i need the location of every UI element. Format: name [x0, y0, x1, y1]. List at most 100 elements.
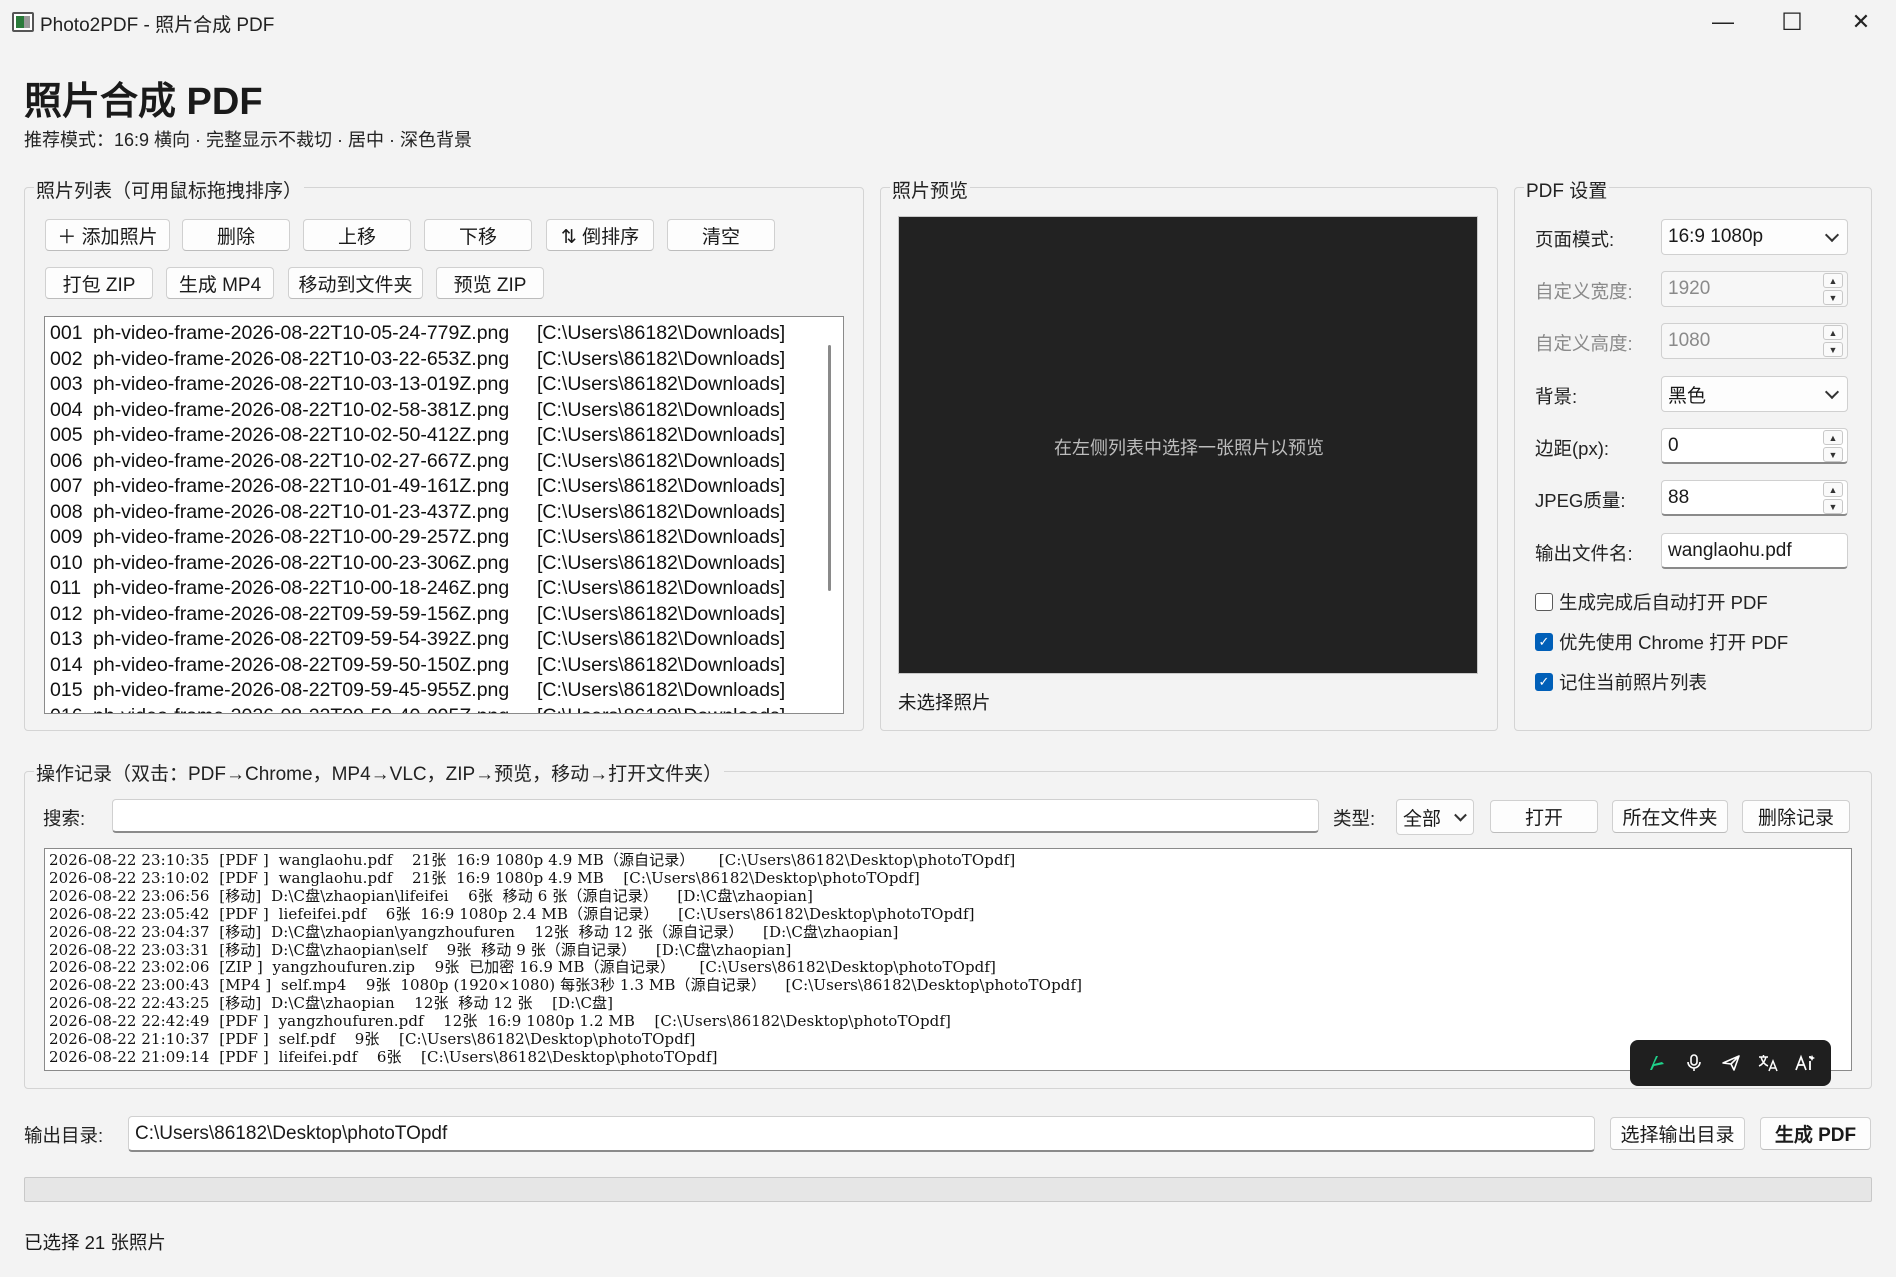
item-path: [C:\Users\86182\Downloads]: [537, 628, 786, 650]
log-row[interactable]: 2026-08-22 23:04:37 [移动] D:\C盘\zhaopian\…: [49, 923, 899, 941]
move-up-button[interactable]: 上移: [303, 219, 411, 251]
checkbox-unchecked[interactable]: [1535, 593, 1553, 611]
microphone-icon[interactable]: [1679, 1048, 1709, 1078]
move-down-button[interactable]: 下移: [424, 219, 532, 251]
filename-input[interactable]: wanglaohu.pdf: [1661, 533, 1848, 569]
progress-bar: [24, 1177, 1872, 1202]
list-item[interactable]: 003 ph-video-frame-2026-08-22T10-03-13-01…: [45, 372, 825, 398]
jpeg-spinner[interactable]: ▲ ▼: [1823, 482, 1843, 514]
list-item[interactable]: 016 ph-video-frame-2026-08-22T09-59-40-09…: [45, 704, 825, 714]
choose-output-dir-button[interactable]: 选择输出目录: [1610, 1117, 1745, 1150]
output-dir-input[interactable]: C:\Users\86182\Desktop\photoTOpdf: [128, 1116, 1595, 1152]
item-filename: ph-video-frame-2026-08-22T09-59-40-095Z.…: [93, 704, 509, 714]
generate-pdf-button[interactable]: 生成 PDF: [1760, 1117, 1871, 1150]
log-row[interactable]: 2026-08-22 22:43:25 [移动] D:\C盘\zhaopian …: [49, 994, 613, 1012]
background-select[interactable]: 黑色: [1661, 376, 1848, 412]
log-row[interactable]: 2026-08-22 23:00:43 [MP4 ] self.mp4 9张 1…: [49, 976, 1082, 994]
remember-list-checkbox[interactable]: ✓ 记住当前照片列表: [1535, 669, 1707, 695]
list-item[interactable]: 013 ph-video-frame-2026-08-22T09-59-54-39…: [45, 627, 825, 653]
item-number: 015: [50, 679, 83, 701]
photo-list[interactable]: 001 ph-video-frame-2026-08-22T10-05-24-77…: [44, 316, 844, 714]
search-input[interactable]: [112, 799, 1319, 833]
minimize-button[interactable]: —: [1688, 0, 1758, 44]
preview-zip-button[interactable]: 预览 ZIP: [436, 267, 544, 299]
output-dir-value: C:\Users\86182\Desktop\photoTOpdf: [135, 1122, 448, 1144]
open-button[interactable]: 打开: [1490, 800, 1598, 833]
spin-up-icon[interactable]: ▲: [1823, 325, 1843, 340]
log-row[interactable]: 2026-08-22 23:06:56 [移动] D:\C盘\zhaopian\…: [49, 887, 813, 905]
list-item[interactable]: 005 ph-video-frame-2026-08-22T10-02-50-41…: [45, 423, 825, 449]
log-row[interactable]: 2026-08-22 23:05:42 [PDF ] liefeifei.pdf…: [49, 905, 975, 923]
log-list[interactable]: 2026-08-22 23:10:35 [PDF ] wanglaohu.pdf…: [44, 848, 1852, 1071]
item-number: 002: [50, 347, 83, 370]
move-to-folder-button[interactable]: 移动到文件夹: [288, 267, 423, 299]
make-mp4-button[interactable]: 生成 MP4: [166, 267, 274, 299]
spin-up-icon[interactable]: ▲: [1823, 430, 1843, 445]
prefer-chrome-checkbox[interactable]: ✓ 优先使用 Chrome 打开 PDF: [1535, 629, 1788, 655]
list-item[interactable]: 014 ph-video-frame-2026-08-22T09-59-50-15…: [45, 653, 825, 679]
list-item[interactable]: 008 ph-video-frame-2026-08-22T10-01-23-43…: [45, 500, 825, 526]
pack-zip-button[interactable]: 打包 ZIP: [45, 267, 153, 299]
list-item[interactable]: 012 ph-video-frame-2026-08-22T09-59-59-15…: [45, 602, 825, 628]
open-folder-button[interactable]: 所在文件夹: [1612, 800, 1728, 833]
item-filename: ph-video-frame-2026-08-22T09-59-45-955Z.…: [93, 679, 510, 701]
margin-input[interactable]: 0 ▲ ▼: [1661, 428, 1848, 464]
jpeg-quality-input[interactable]: 88 ▲ ▼: [1661, 480, 1848, 516]
list-item[interactable]: 002 ph-video-frame-2026-08-22T10-03-22-65…: [45, 347, 825, 373]
add-photo-button[interactable]: ＋ 添加照片: [45, 219, 170, 251]
item-path: [C:\Users\86182\Downloads]: [537, 398, 786, 421]
list-item[interactable]: 009 ph-video-frame-2026-08-22T10-00-29-25…: [45, 525, 825, 551]
custom-width-input[interactable]: 1920 ▲ ▼: [1661, 271, 1848, 307]
log-row[interactable]: 2026-08-22 23:02:06 [ZIP ] yangzhoufuren…: [49, 958, 996, 976]
preview-hint: 在左侧列表中选择一张照片以预览: [1054, 438, 1324, 458]
item-filename: ph-video-frame-2026-08-22T09-59-59-156Z.…: [93, 602, 510, 625]
maximize-button[interactable]: ☐: [1757, 0, 1827, 44]
log-row[interactable]: 2026-08-22 23:10:35 [PDF ] wanglaohu.pdf…: [49, 851, 1015, 869]
log-row[interactable]: 2026-08-22 21:09:14 [PDF ] lifeifei.pdf …: [49, 1048, 718, 1066]
clear-button[interactable]: 清空: [667, 219, 775, 251]
log-row[interactable]: 2026-08-22 22:42:49 [PDF ] yangzhoufuren…: [49, 1012, 951, 1030]
spin-down-icon[interactable]: ▼: [1823, 290, 1843, 305]
background-label: 背景:: [1535, 386, 1578, 407]
logo-icon[interactable]: [1642, 1048, 1672, 1078]
reverse-sort-button[interactable]: ⇅ 倒排序: [546, 219, 654, 251]
checkmark-icon[interactable]: ✓: [1535, 673, 1553, 691]
ai-text-icon[interactable]: [1790, 1048, 1820, 1078]
preview-canvas: 在左侧列表中选择一张照片以预览: [898, 216, 1478, 674]
spin-up-icon[interactable]: ▲: [1823, 482, 1843, 497]
margin-spinner[interactable]: ▲ ▼: [1823, 430, 1843, 462]
photo-list-scrollbar[interactable]: [828, 345, 831, 591]
spin-down-icon[interactable]: ▼: [1823, 499, 1843, 514]
type-select[interactable]: 全部: [1396, 799, 1474, 835]
spin-up-icon[interactable]: ▲: [1823, 273, 1843, 288]
log-row[interactable]: 2026-08-22 23:10:02 [PDF ] wanglaohu.pdf…: [49, 869, 920, 887]
auto-open-checkbox[interactable]: 生成完成后自动打开 PDF: [1535, 589, 1768, 615]
spin-down-icon[interactable]: ▼: [1823, 447, 1843, 462]
item-number: 016: [50, 704, 83, 714]
list-item[interactable]: 001 ph-video-frame-2026-08-22T10-05-24-77…: [45, 321, 825, 347]
close-button[interactable]: ✕: [1826, 0, 1896, 44]
list-item[interactable]: 015 ph-video-frame-2026-08-22T09-59-45-95…: [45, 678, 825, 704]
checkmark-icon[interactable]: ✓: [1535, 633, 1553, 651]
prefer-chrome-label: 优先使用 Chrome 打开 PDF: [1559, 632, 1789, 653]
preview-label: 照片预览: [890, 176, 971, 203]
delete-button[interactable]: 删除: [182, 219, 290, 251]
height-spinner[interactable]: ▲ ▼: [1823, 325, 1843, 357]
list-item[interactable]: 004 ph-video-frame-2026-08-22T10-02-58-38…: [45, 398, 825, 424]
width-spinner[interactable]: ▲ ▼: [1823, 273, 1843, 305]
item-path: [C:\Users\86182\Downloads]: [537, 679, 786, 701]
list-item[interactable]: 010 ph-video-frame-2026-08-22T10-00-23-30…: [45, 551, 825, 577]
page-mode-select[interactable]: 16:9 1080p: [1661, 219, 1848, 255]
spin-down-icon[interactable]: ▼: [1823, 342, 1843, 357]
translate-icon[interactable]: [1753, 1048, 1783, 1078]
list-item[interactable]: 011 ph-video-frame-2026-08-22T10-00-18-24…: [45, 576, 825, 602]
list-item[interactable]: 006 ph-video-frame-2026-08-22T10-02-27-66…: [45, 449, 825, 475]
log-row[interactable]: 2026-08-22 23:03:31 [移动] D:\C盘\zhaopian\…: [49, 941, 791, 959]
custom-height-input[interactable]: 1080 ▲ ▼: [1661, 323, 1848, 359]
item-number: 004: [50, 398, 83, 421]
list-item[interactable]: 007 ph-video-frame-2026-08-22T10-01-49-16…: [45, 474, 825, 500]
delete-record-button[interactable]: 删除记录: [1742, 800, 1850, 833]
send-icon[interactable]: [1716, 1048, 1746, 1078]
log-row[interactable]: 2026-08-22 21:10:37 [PDF ] self.pdf 9张 […: [49, 1030, 696, 1048]
type-value: 全部: [1403, 808, 1442, 830]
